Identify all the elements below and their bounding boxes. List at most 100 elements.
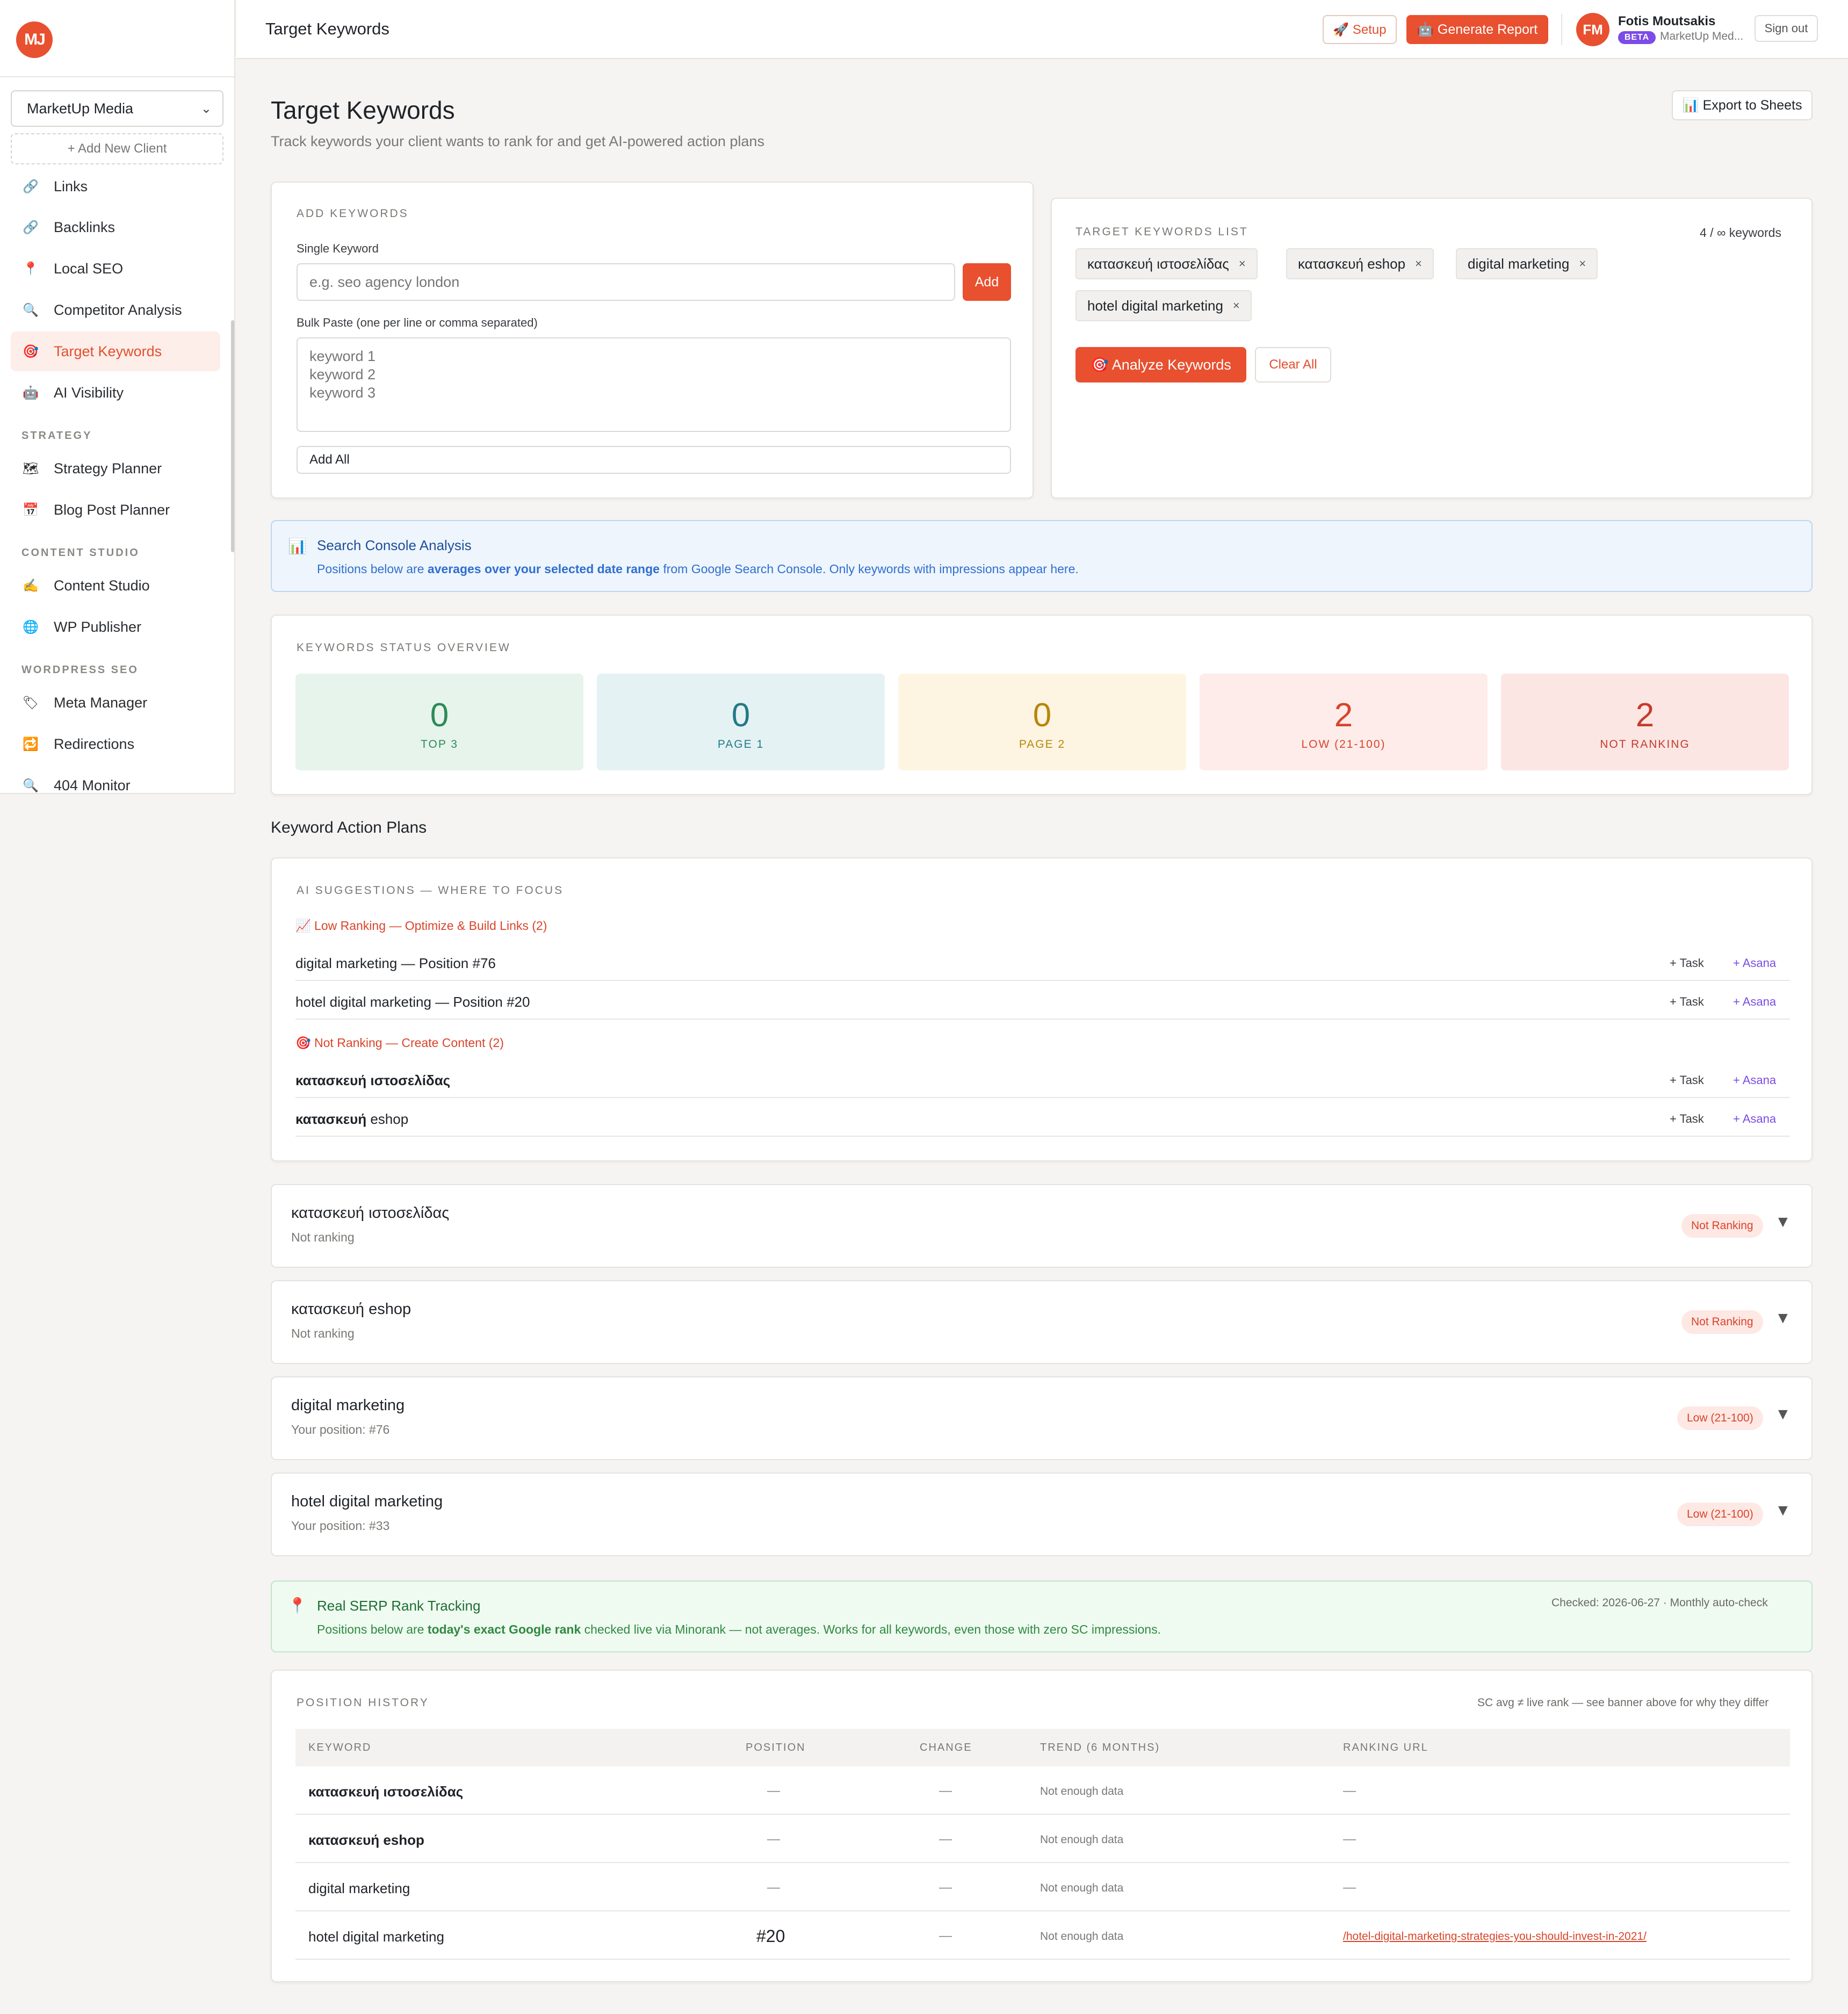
logo-area: MJ <box>0 0 234 77</box>
table-header: KEYWORD POSITION CHANGE TREND (6 MONTHS)… <box>295 1729 1790 1766</box>
sidebar-scrollbar[interactable] <box>231 320 234 552</box>
sidebar-item-404-monitor[interactable]: 🔍 404 Monitor <box>11 766 220 793</box>
close-icon[interactable]: × <box>1239 257 1246 271</box>
table-row: digital marketing — — Not enough data — <box>295 1863 1790 1911</box>
analyze-keywords-button[interactable]: 🎯 Analyze Keywords <box>1075 347 1246 382</box>
pin-icon: 📍 <box>288 1597 307 1614</box>
close-icon[interactable]: × <box>1579 257 1586 271</box>
expand-caret-icon[interactable]: ▼ <box>1775 1213 1791 1231</box>
sidebar-item-strategy-planner[interactable]: 🗺 Strategy Planner <box>11 449 220 488</box>
suggestion-keyword-name: κατασκευή <box>295 1111 367 1127</box>
suggestion-row: digital marketing — Position #76 + Task … <box>295 942 1790 981</box>
keyword-card[interactable]: hotel digital marketing Your position: #… <box>271 1472 1813 1556</box>
row-trend: Not enough data <box>1040 1833 1124 1846</box>
tag-icon: 🏷 <box>22 695 39 710</box>
single-keyword-input[interactable] <box>297 263 955 301</box>
sidebar-item-meta-manager[interactable]: 🏷 Meta Manager <box>11 683 220 723</box>
user-org: MarketUp Med... <box>1660 30 1744 42</box>
bulk-keywords-textarea[interactable] <box>297 337 1011 432</box>
add-keyword-button[interactable]: Add <box>963 263 1011 301</box>
sidebar-item-target-keywords[interactable]: 🎯 Target Keywords <box>11 331 220 371</box>
section-wordpress-seo: WORDPRESS SEO <box>21 664 139 676</box>
serp-text-end: checked live via Minorank — not averages… <box>581 1622 1161 1636</box>
client-select[interactable]: MarketUp Media ⌄ <box>11 90 223 127</box>
globe-icon: 🌐 <box>23 619 39 634</box>
status-badge: Not Ranking <box>1681 1214 1763 1238</box>
suggestion-row: κατασκευή ιστοσελίδας + Task + Asana <box>295 1059 1790 1098</box>
add-task-button[interactable]: + Task <box>1670 1073 1704 1087</box>
column-position: POSITION <box>746 1742 806 1753</box>
sc-text-end: from Google Search Console. Only keyword… <box>659 562 1079 576</box>
suggestion-keyword: hotel digital marketing — Position #20 <box>295 994 530 1010</box>
status-badge: Low (21-100) <box>1677 1406 1763 1430</box>
sc-text-start: Positions below are <box>317 562 428 576</box>
keyword-card[interactable]: κατασκευή ιστοσελίδας Not ranking Not Ra… <box>271 1184 1813 1268</box>
row-position: — <box>767 1784 780 1798</box>
sidebar-item-local-seo[interactable]: 📍 Local SEO <box>11 249 220 288</box>
close-icon[interactable]: × <box>1415 257 1422 271</box>
expand-caret-icon[interactable]: ▼ <box>1775 1502 1791 1520</box>
user-name: Fotis Moutsakis <box>1618 14 1716 28</box>
suggestion-row: κατασκευή eshop + Task + Asana <box>295 1098 1790 1137</box>
suggestion-keyword: digital marketing — Position #76 <box>295 955 496 972</box>
sidebar-item-redirections[interactable]: 🔁 Redirections <box>11 724 220 764</box>
row-position: #20 <box>756 1926 785 1946</box>
sidebar-item-links[interactable]: 🔗 Links <box>11 167 220 206</box>
export-to-sheets-button[interactable]: 📊 Export to Sheets <box>1672 90 1813 120</box>
avatar[interactable]: FM <box>1576 13 1609 46</box>
not-ranking-group-title: 🎯 Not Ranking — Create Content (2) <box>295 1036 504 1050</box>
keyword-card[interactable]: κατασκευή eshop Not ranking Not Ranking … <box>271 1280 1813 1364</box>
clear-all-button[interactable]: Clear All <box>1255 347 1331 382</box>
sidebar-item-backlinks[interactable]: 🔗 Backlinks <box>11 207 220 247</box>
stat-value: 0 <box>430 697 449 734</box>
chip-label: κατασκευή ιστοσελίδας <box>1087 255 1229 272</box>
chevron-down-icon: ⌄ <box>200 102 212 116</box>
sidebar-item-competitor-analysis[interactable]: 🔍 Competitor Analysis <box>11 290 220 330</box>
add-task-button[interactable]: + Task <box>1670 995 1704 1009</box>
single-keyword-label: Single Keyword <box>297 242 379 255</box>
add-asana-button[interactable]: + Asana <box>1733 956 1776 970</box>
close-icon[interactable]: × <box>1233 299 1240 313</box>
generate-report-button[interactable]: 🤖 Generate Report <box>1406 15 1548 44</box>
client-select-value: MarketUp Media <box>27 100 134 117</box>
magnifier-icon: 🔍 <box>23 778 39 793</box>
setup-button[interactable]: 🚀 Setup <box>1323 15 1397 44</box>
add-task-button[interactable]: + Task <box>1670 1112 1704 1126</box>
add-asana-button[interactable]: + Asana <box>1733 1073 1776 1087</box>
add-client-button[interactable]: + Add New Client <box>11 133 223 164</box>
add-asana-button[interactable]: + Asana <box>1733 995 1776 1009</box>
link-icon: 🔗 <box>23 220 39 235</box>
ranking-url-link[interactable]: /hotel-digital-marketing-strategies-you-… <box>1343 1930 1647 1943</box>
table-row: κατασκευή ιστοσελίδας — — Not enough dat… <box>295 1766 1790 1815</box>
expand-caret-icon[interactable]: ▼ <box>1775 1309 1791 1327</box>
search-console-text: Positions below are averages over your s… <box>317 562 1079 576</box>
sign-out-button[interactable]: Sign out <box>1755 15 1818 42</box>
sidebar-item-label: Target Keywords <box>54 343 162 359</box>
sidebar-item-blog-post-planner[interactable]: 📅 Blog Post Planner <box>11 490 220 530</box>
serp-text-start: Positions below are <box>317 1622 428 1636</box>
add-task-button[interactable]: + Task <box>1670 956 1704 970</box>
add-asana-button[interactable]: + Asana <box>1733 1112 1776 1126</box>
suggestion-position: — Position #20 <box>431 994 530 1010</box>
sidebar-item-content-studio[interactable]: ✍ Content Studio <box>11 566 220 605</box>
app-logo[interactable]: MJ <box>16 21 53 58</box>
keyword-card[interactable]: digital marketing Your position: #76 Low… <box>271 1376 1813 1460</box>
beta-badge: BETA <box>1618 31 1656 44</box>
suggestion-keyword: κατασκευή eshop <box>295 1111 408 1128</box>
expand-caret-icon[interactable]: ▼ <box>1775 1405 1791 1424</box>
target-icon: 🎯 <box>23 344 39 359</box>
sidebar-item-ai-visibility[interactable]: 🤖 AI Visibility <box>11 373 220 413</box>
column-keyword: KEYWORD <box>308 1742 372 1753</box>
keyword-chip: hotel digital marketing × <box>1075 290 1252 321</box>
stat-label: PAGE 2 <box>1019 738 1066 750</box>
keyword-card-title: κατασκευή ιστοσελίδας <box>291 1204 450 1222</box>
sidebar-item-label: AI Visibility <box>54 384 124 401</box>
search-console-banner: 📊 Search Console Analysis Positions belo… <box>271 520 1813 592</box>
sidebar-item-wp-publisher[interactable]: 🌐 WP Publisher <box>11 607 220 647</box>
suggestion-keyword: κατασκευή ιστοσελίδας <box>295 1072 450 1089</box>
page-subtitle: Track keywords your client wants to rank… <box>271 133 764 149</box>
row-trend: Not enough data <box>1040 1882 1124 1894</box>
row-position: — <box>767 1880 780 1895</box>
row-change: — <box>939 1880 952 1895</box>
add-all-button[interactable]: Add All <box>297 446 1011 474</box>
